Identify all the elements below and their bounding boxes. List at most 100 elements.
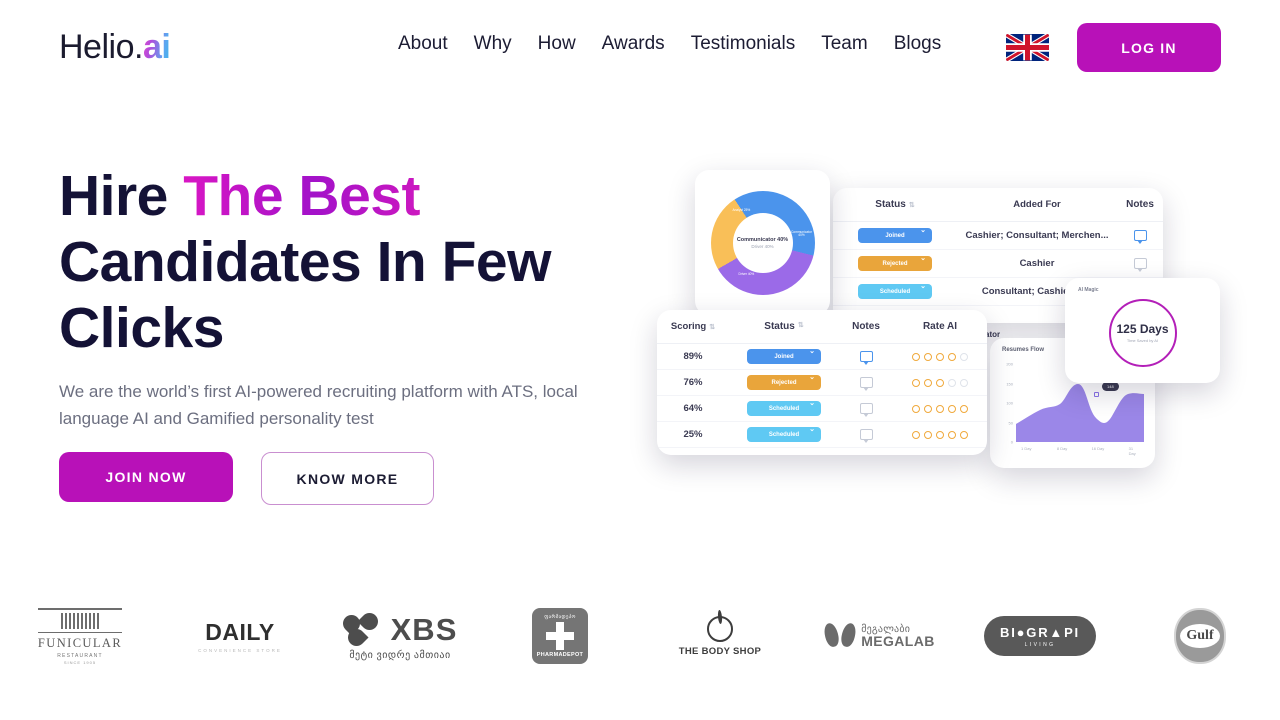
table-row[interactable]: 64% Scheduled — [657, 396, 987, 422]
cell-notes[interactable] — [839, 403, 893, 417]
main-navigation: About Why How Awards Testimonials Team B… — [398, 33, 941, 55]
time-saved-ring: 125 Days Time Saved by AI — [1108, 298, 1177, 367]
cell-status[interactable]: Rejected — [833, 254, 957, 271]
cell-status[interactable]: Scheduled — [833, 282, 957, 299]
x-tick-1: 8 Day — [1056, 446, 1068, 451]
table-row[interactable]: Rejected Cashier — [833, 250, 1163, 278]
cell-score: 25% — [683, 429, 703, 440]
cell-rating[interactable] — [893, 404, 987, 413]
client-subtitle: ფარმადეპო — [544, 614, 576, 620]
y-tick-3: 50 — [1008, 420, 1013, 425]
status-badge[interactable]: Scheduled — [747, 425, 821, 442]
nav-item-testimonials[interactable]: Testimonials — [691, 33, 796, 55]
client-subtitle-2: SINCE 1905 — [63, 659, 97, 665]
uk-flag-icon[interactable] — [1006, 34, 1049, 61]
chart-title: Resumes Flow — [1002, 347, 1045, 353]
chart-datapoint-marker — [1094, 392, 1099, 397]
cell-notes[interactable] — [839, 351, 893, 365]
donut-segment-label-2: Analyst 25% — [732, 207, 751, 212]
donut-center-line2: Driver 40% — [751, 243, 774, 249]
y-tick-0: 200 — [1006, 361, 1013, 367]
nav-item-about[interactable]: About — [398, 33, 448, 55]
cell-rating[interactable] — [893, 378, 987, 387]
column-header-notes: Notes — [1126, 199, 1154, 210]
login-button[interactable]: LOG IN — [1077, 23, 1221, 72]
client-subtitle: RESTAURANT — [57, 652, 103, 659]
note-icon[interactable] — [1133, 258, 1147, 272]
hero-subtitle: We are the world’s first AI-powered recr… — [59, 382, 578, 428]
client-name: PHARMADEPOT — [536, 652, 584, 658]
y-tick-2: 100 — [1006, 400, 1013, 406]
cell-notes[interactable] — [839, 429, 893, 443]
product-mockup: Communicator 40% Driver 40% Communicator… — [645, 160, 1235, 500]
cell-notes[interactable] — [839, 377, 893, 391]
note-icon[interactable] — [859, 429, 873, 443]
nav-item-why[interactable]: Why — [474, 33, 512, 55]
y-tick-4: 0 — [1010, 439, 1013, 445]
status-badge[interactable]: Scheduled — [747, 399, 821, 416]
brand-accent: ai — [142, 28, 171, 66]
x-tick-3: 31 Day — [1128, 446, 1136, 456]
brand-name: Helio. — [59, 28, 143, 66]
table-row[interactable]: Joined Cashier; Consultant; Merchen... — [833, 222, 1163, 250]
body-shop-mark-icon — [706, 615, 733, 642]
client-subtitle: მეტი ვიდრე ამთიაი — [349, 649, 451, 661]
cell-status[interactable]: Scheduled — [729, 425, 839, 442]
cell-status[interactable]: Rejected — [729, 373, 839, 390]
note-icon[interactable] — [859, 403, 873, 417]
client-logo-daily: DAILY CONVENIENCE STORE — [160, 619, 320, 653]
column-header-scoring-label: Scoring — [670, 321, 707, 332]
note-icon[interactable] — [1133, 230, 1147, 244]
sort-icon[interactable]: ⇅ — [909, 201, 915, 209]
hero-cta-group: JOIN NOW KNOW MORE — [59, 452, 434, 505]
column-header-rate-ai: Rate AI — [922, 321, 958, 332]
cell-rating[interactable] — [893, 352, 987, 361]
column-header-status-label: Status — [764, 321, 795, 332]
brand-logo[interactable]: Helio. ai — [59, 28, 171, 67]
clover-icon — [339, 608, 383, 650]
sort-icon[interactable]: ⇅ — [798, 321, 804, 332]
table-row[interactable]: 25% Scheduled — [657, 422, 987, 448]
status-badge[interactable]: Joined — [747, 347, 821, 364]
client-subtitle: LIVING — [1024, 641, 1056, 648]
x-tick-2: 16 Day — [1091, 446, 1105, 451]
know-more-button[interactable]: KNOW MORE — [261, 452, 434, 505]
nav-item-awards[interactable]: Awards — [602, 33, 665, 55]
time-saved-caption: Time Saved by AI — [1126, 338, 1159, 344]
column-header-status[interactable]: Status ⇅ — [833, 199, 957, 210]
note-icon[interactable] — [859, 351, 873, 365]
cell-notes[interactable] — [1117, 230, 1163, 244]
cell-status[interactable]: Scheduled — [729, 399, 839, 416]
note-icon[interactable] — [859, 377, 873, 391]
column-header-notes: Notes — [852, 321, 880, 332]
time-saved-card: AI Magic 125 Days Time Saved by AI — [1065, 278, 1220, 383]
sort-icon[interactable]: ⇅ — [709, 324, 715, 331]
donut-center-line1: Communicator 40% — [736, 236, 789, 243]
column-header-status[interactable]: Status ⇅ — [729, 321, 839, 332]
status-badge[interactable]: Scheduled — [858, 282, 932, 299]
ai-magic-label: AI Magic — [1078, 287, 1099, 293]
personality-donut-card: Communicator 40% Driver 40% Communicator… — [695, 170, 830, 315]
join-now-button[interactable]: JOIN NOW — [59, 452, 233, 502]
column-header-added-for: Added For — [1013, 199, 1061, 210]
cell-rating[interactable] — [893, 430, 987, 439]
client-logo-funicular: FUNICULAR RESTAURANT SINCE 1905 — [0, 607, 160, 665]
column-header-scoring[interactable]: Scoring ⇅ — [657, 321, 729, 332]
cell-status[interactable]: Joined — [729, 347, 839, 364]
table-row[interactable]: 76% Rejected — [657, 370, 987, 396]
client-logo-megalab: მეგალაბი MEGALAB — [800, 621, 960, 649]
status-badge[interactable]: Rejected — [858, 254, 932, 271]
nav-item-how[interactable]: How — [538, 33, 576, 55]
page-title: Hire The Best Candidates In Few Clicks — [59, 163, 659, 361]
table-row[interactable]: 89% Joined — [657, 344, 987, 370]
nav-item-blogs[interactable]: Blogs — [894, 33, 942, 55]
client-name: BI●GR▲PI — [1000, 624, 1080, 640]
client-name: DAILY — [205, 619, 275, 645]
status-badge[interactable]: Rejected — [747, 373, 821, 390]
cell-notes[interactable] — [1117, 258, 1163, 272]
client-name: XBS — [390, 611, 458, 647]
table-header-row: Status ⇅ Added For Notes — [833, 188, 1163, 222]
nav-item-team[interactable]: Team — [821, 33, 867, 55]
cell-status[interactable]: Joined — [833, 226, 957, 243]
status-badge[interactable]: Joined — [858, 226, 932, 243]
